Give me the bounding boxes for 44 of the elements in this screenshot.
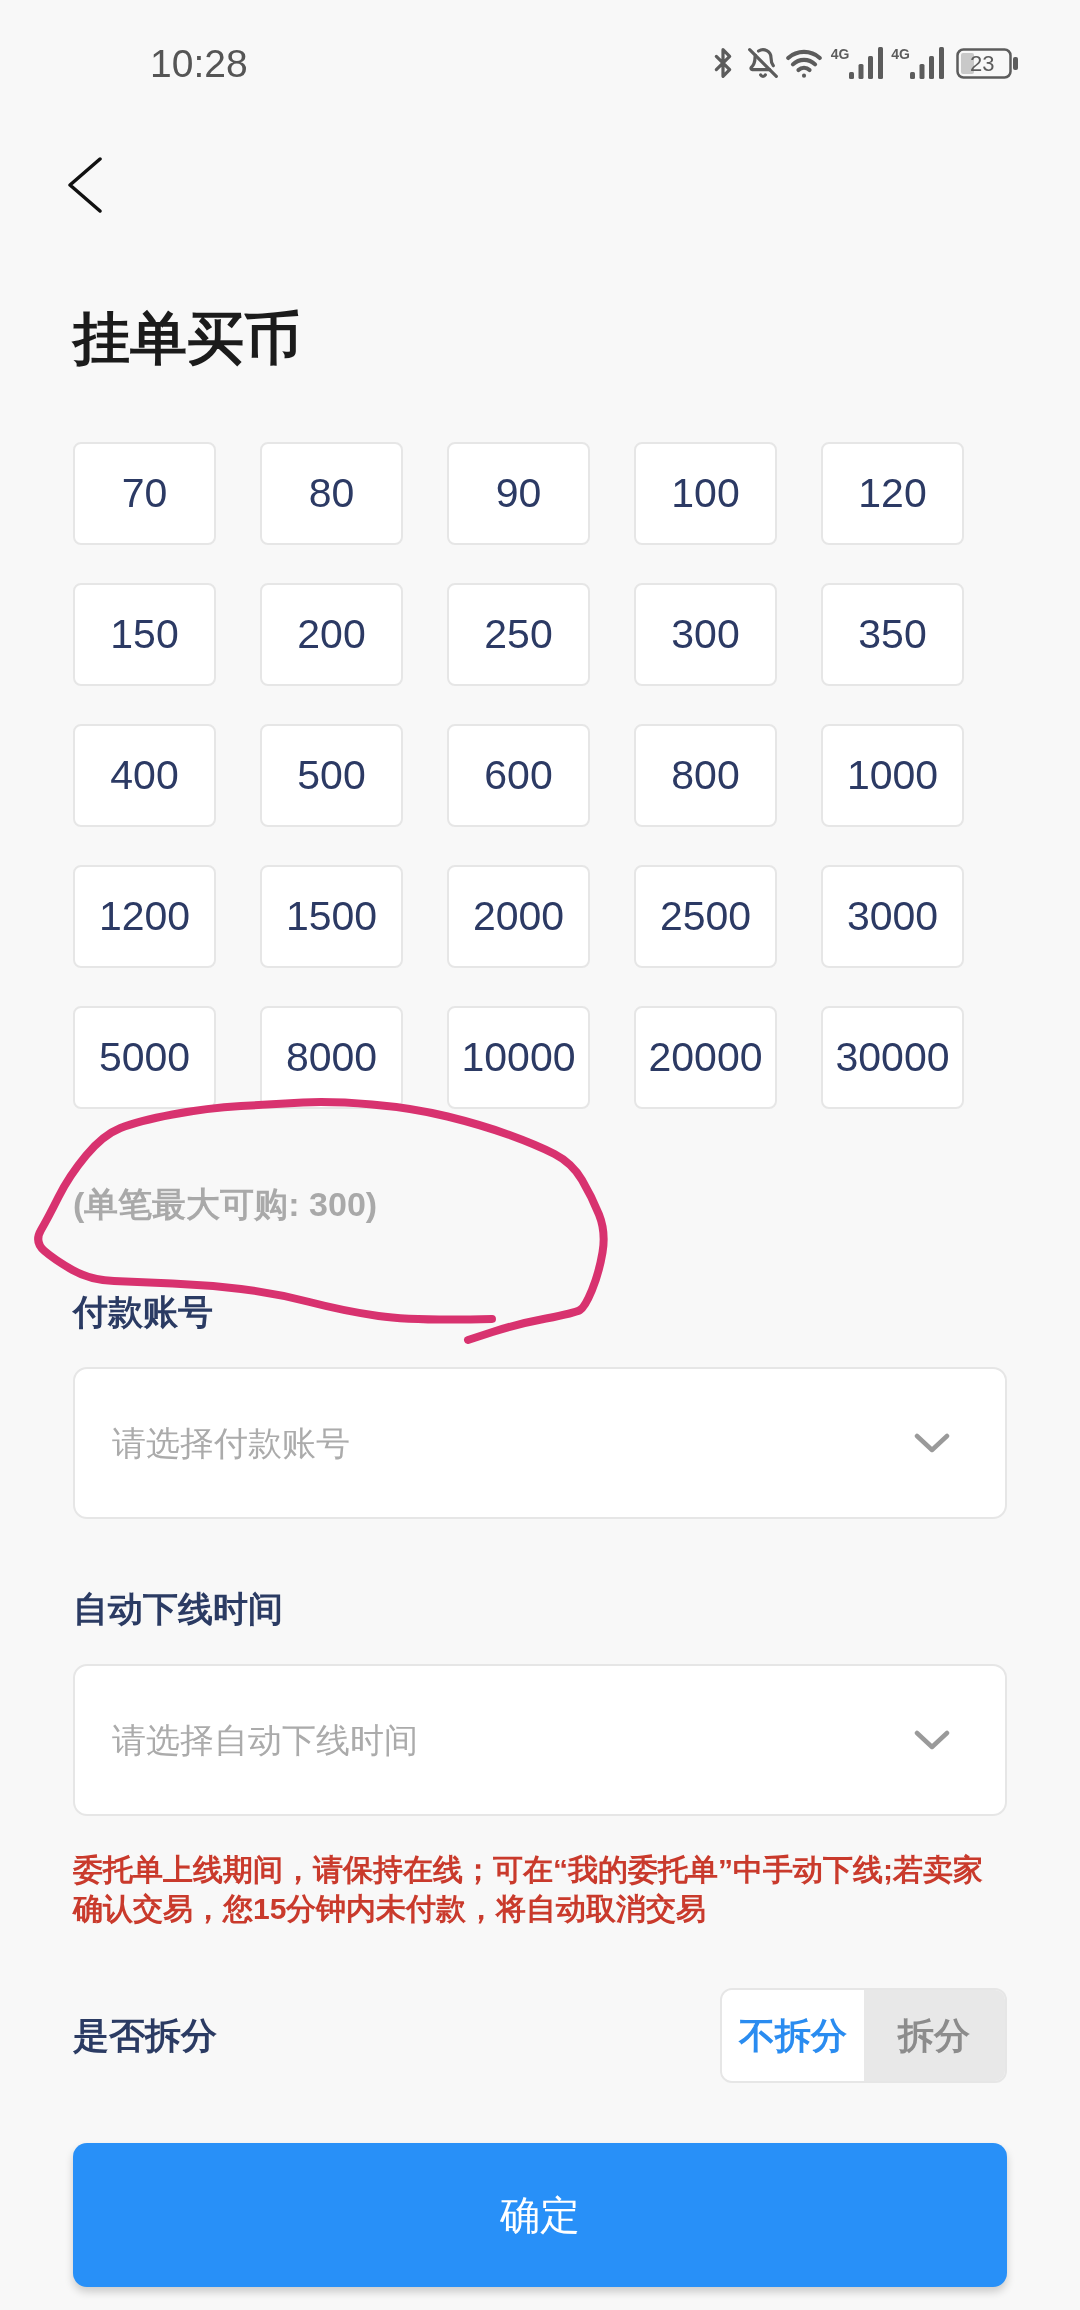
chevron-down-icon: [914, 1730, 950, 1750]
select-field[interactable]: 请选择付款账号: [73, 1367, 1007, 1519]
signal-bars-icon: [910, 47, 944, 79]
amount-option[interactable]: 400: [73, 724, 216, 827]
amount-option[interactable]: 3000: [821, 865, 964, 968]
amount-option[interactable]: 1000: [821, 724, 964, 827]
signal-bars-icon: [849, 47, 884, 79]
network-type-text: 4G: [830, 47, 850, 61]
amount-option[interactable]: 2500: [634, 865, 777, 968]
amount-option[interactable]: 100: [634, 442, 777, 545]
bell-off-icon: [746, 47, 779, 79]
max-purchase-note: (单笔最大可购: 300): [73, 1184, 379, 1224]
amount-option[interactable]: 300: [634, 583, 777, 686]
amount-option[interactable]: 250: [447, 583, 590, 686]
field-label: 付款账号: [73, 1292, 214, 1332]
chevron-left-icon: [67, 157, 103, 213]
amount-option[interactable]: 500: [260, 724, 403, 827]
amount-option[interactable]: 20000: [634, 1006, 777, 1109]
battery-icon: [956, 47, 1019, 79]
amount-option[interactable]: 200: [260, 583, 403, 686]
amount-option[interactable]: 600: [447, 724, 590, 827]
amount-option[interactable]: 1200: [73, 865, 216, 968]
amount-option[interactable]: 150: [73, 583, 216, 686]
battery-level-text: 23: [970, 51, 995, 75]
amount-option[interactable]: 800: [634, 724, 777, 827]
amount-option[interactable]: 350: [821, 583, 964, 686]
amount-option[interactable]: 5000: [73, 1006, 216, 1109]
split-label: 是否拆分: [73, 2014, 217, 2057]
amount-option[interactable]: 80: [260, 442, 403, 545]
page-title: 挂单买币: [73, 305, 302, 372]
amount-option[interactable]: 90: [447, 442, 590, 545]
warning-text: 委托单上线期间，请保持在线；可在“我的委托单”中手动下线;若卖家确认交易，您15分钟内未付款，将自动取消交易: [73, 1852, 984, 1927]
amount-option[interactable]: 2000: [447, 865, 590, 968]
amount-option[interactable]: 10000: [447, 1006, 590, 1109]
amount-option[interactable]: 1500: [260, 865, 403, 968]
amount-option[interactable]: 8000: [260, 1006, 403, 1109]
amount-option[interactable]: 120: [821, 442, 964, 545]
amount-option[interactable]: 70: [73, 442, 216, 545]
chevron-down-icon: [914, 1433, 950, 1453]
select-field[interactable]: 请选择自动下线时间: [73, 1664, 1007, 1816]
field-label: 自动下线时间: [73, 1589, 284, 1629]
status-time: 10:28: [150, 43, 248, 83]
amount-option[interactable]: 30000: [821, 1006, 964, 1109]
network-type-text: 4G: [891, 47, 910, 61]
